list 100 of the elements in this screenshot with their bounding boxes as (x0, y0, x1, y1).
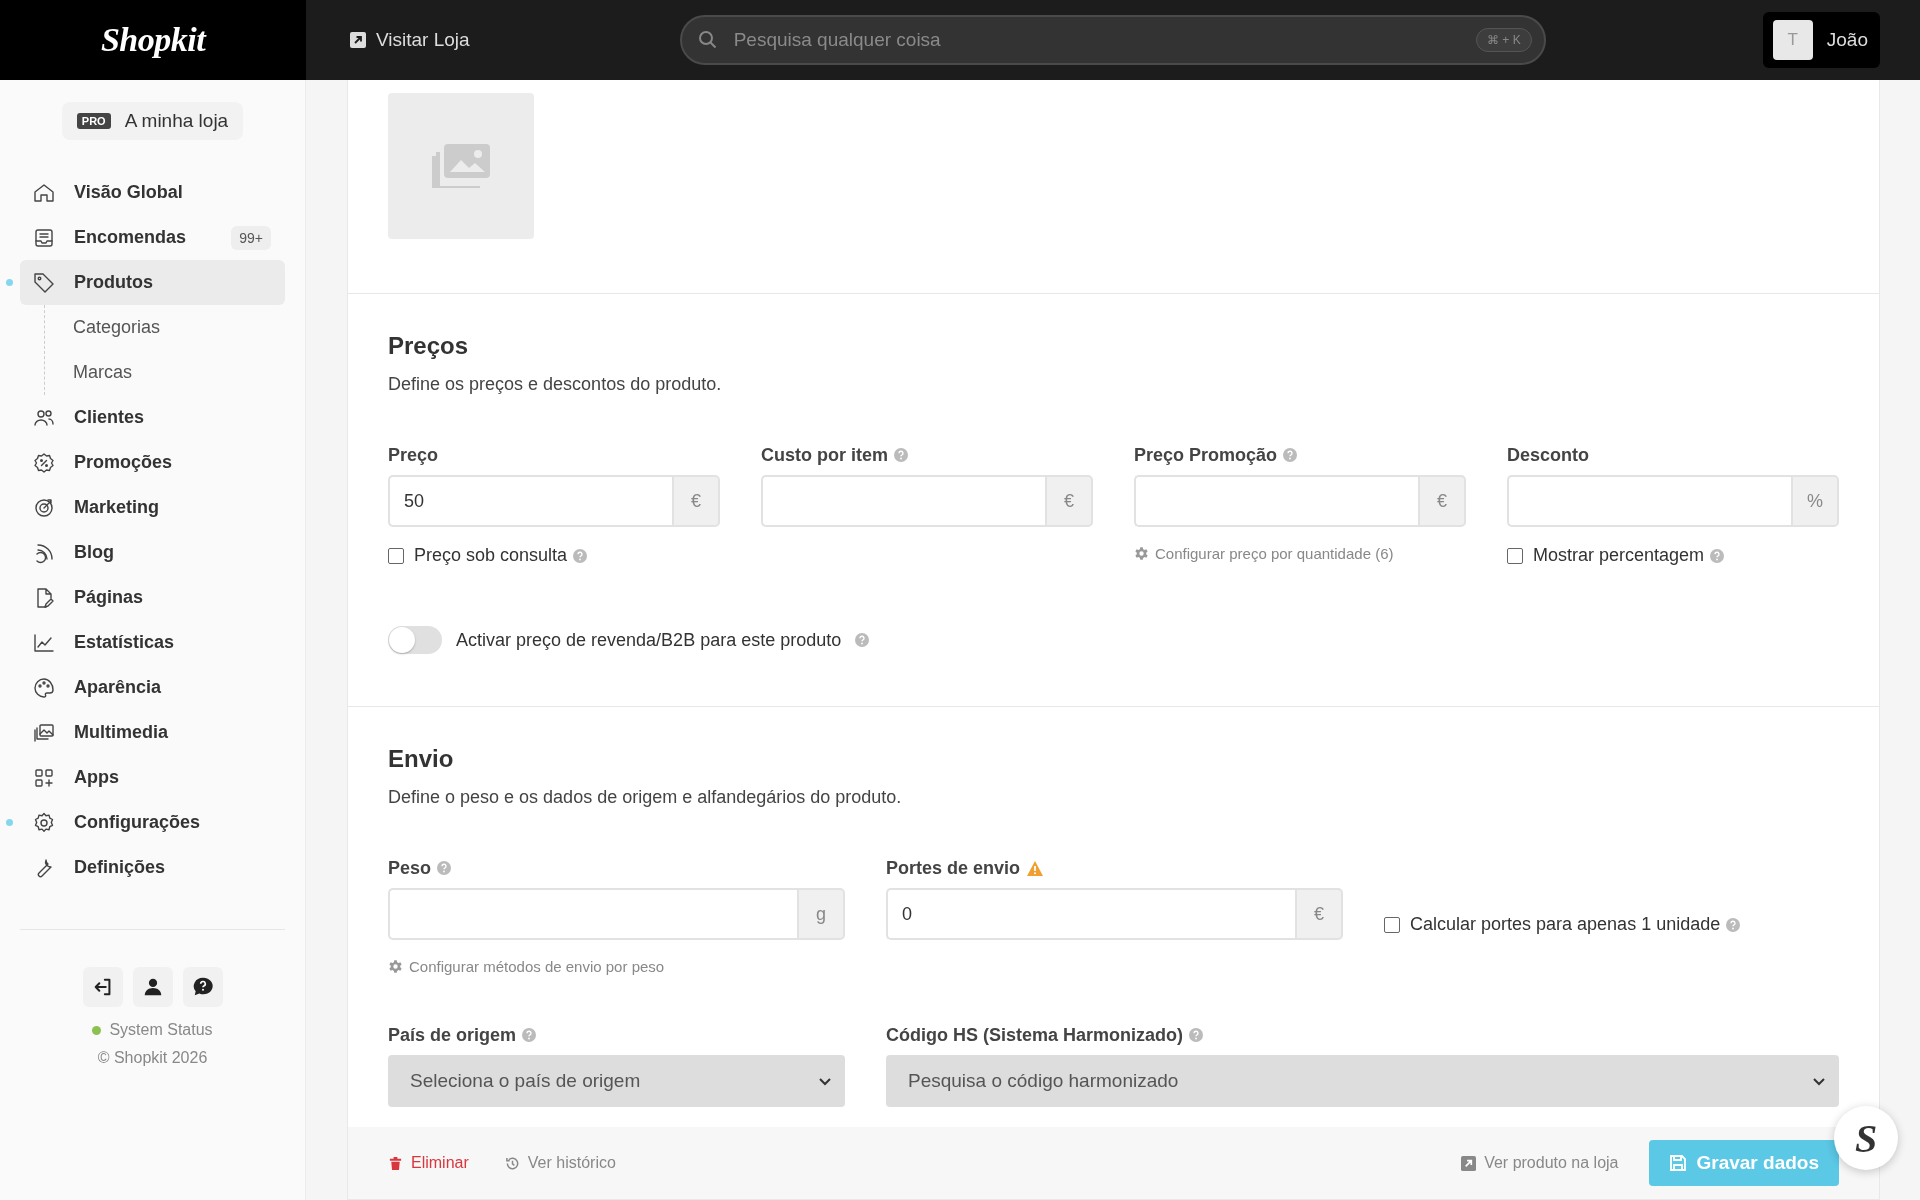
external-link-icon (350, 32, 366, 48)
nav-label: Estatísticas (74, 632, 175, 653)
section-title: Envio (388, 745, 455, 773)
nav-subitem[interactable]: Marcas (45, 350, 285, 395)
nav-item[interactable]: Visão Global (20, 170, 285, 215)
nav-item[interactable]: Promoções (20, 440, 285, 485)
nav-item[interactable]: Apps (20, 755, 285, 800)
unit-suffix: g (797, 888, 845, 940)
gear-icon (388, 959, 403, 974)
settings-link[interactable]: Configurar métodos de envio por peso (388, 958, 665, 975)
nav-label: Configurações (74, 812, 201, 833)
input-field[interactable] (1134, 475, 1418, 527)
unit-suffix: € (1045, 475, 1093, 527)
help-icon[interactable] (1283, 448, 1298, 462)
nav-item[interactable]: Configurações (20, 800, 285, 845)
nav-item[interactable]: Blog (20, 530, 285, 575)
help-icon[interactable] (522, 1028, 537, 1042)
nav-label: Multimedia (74, 722, 168, 743)
count-badge: 99+ (231, 225, 271, 250)
tag-icon (32, 270, 56, 295)
field-label: Custo por item (761, 444, 888, 466)
field-label: País de origem (388, 1024, 517, 1046)
nav-label: Blog (74, 542, 114, 563)
input-field[interactable]: 0 (886, 888, 1295, 940)
field-label: Desconto (1507, 444, 1589, 466)
nav-item[interactable]: Estatísticas (20, 620, 285, 665)
delete-button[interactable]: Eliminar (388, 1154, 469, 1172)
nav-label: Apps (74, 767, 119, 788)
visit-store-link[interactable]: Visitar Loja (350, 29, 470, 51)
nav-item[interactable]: Marketing (20, 485, 285, 530)
search-field[interactable]: Pesquisa qualquer coisa (731, 28, 1462, 52)
nav-item[interactable]: Multimedia (20, 710, 285, 755)
nav-item[interactable]: Encomendas 99+ (20, 215, 285, 260)
logout-button[interactable] (82, 967, 123, 1007)
section-title: Preços (388, 332, 470, 360)
toggle-label: Activar preço de revenda/B2B para este produto (456, 629, 842, 651)
help-icon[interactable] (1726, 917, 1741, 932)
help-chat-icon (191, 976, 214, 998)
help-icon[interactable] (894, 448, 908, 462)
checkbox-square[interactable] (1507, 547, 1523, 564)
help-icon[interactable] (573, 548, 588, 563)
help-icon[interactable] (437, 861, 452, 875)
logo[interactable]: Shopkit (100, 21, 206, 59)
profile-button[interactable] (132, 967, 173, 1007)
help-button[interactable] (182, 967, 223, 1007)
gear-icon (1134, 546, 1149, 561)
nav-label: Promoções (74, 452, 173, 473)
unit-suffix: € (672, 475, 720, 527)
help-icon[interactable] (1189, 1028, 1204, 1042)
section-description: Define o peso e os dados de origem e alfandegários do produto. (388, 787, 903, 808)
history-icon (504, 1155, 520, 1171)
nav-label: Clientes (74, 407, 145, 428)
field-label: Preço Promoção (1134, 444, 1278, 466)
nav-label: Aparência (74, 677, 162, 698)
input-field[interactable] (388, 888, 797, 940)
nav-label: Encomendas (74, 227, 187, 248)
nav-label: Produtos (74, 272, 153, 293)
shortcut-badge: ⌘ + K (1475, 28, 1532, 52)
field-label: Código HS (Sistema Harmonizado) (886, 1024, 1184, 1046)
settings-icon (32, 810, 56, 835)
nav-item[interactable]: Clientes (20, 395, 285, 440)
settings-link[interactable]: Configurar preço por quantidade (6) (1134, 545, 1394, 562)
unit-suffix: € (1418, 475, 1466, 527)
store-name: A minha loja (124, 110, 229, 132)
search-icon (697, 30, 718, 50)
field-label: Preço (388, 444, 439, 466)
palette-icon (32, 675, 56, 700)
select-field[interactable]: Seleciona o país de origem (388, 1055, 845, 1107)
nav-item[interactable]: Páginas (20, 575, 285, 620)
nav-label: Definições (74, 857, 166, 878)
external-link-icon (1461, 1155, 1477, 1171)
store-switcher[interactable]: PRO A minha loja (61, 102, 244, 140)
unit-suffix: € (1295, 888, 1343, 940)
select-field[interactable]: Pesquisa o código harmonizado (886, 1055, 1839, 1107)
status-link[interactable]: System Status (109, 1021, 213, 1039)
unit-suffix: % (1791, 475, 1839, 527)
checkbox-square[interactable] (1384, 916, 1400, 933)
nav-label: Marketing (74, 497, 160, 518)
toggle-switch[interactable] (388, 626, 442, 654)
nav-subitem[interactable]: Categorias (45, 305, 285, 350)
input-field[interactable] (761, 475, 1045, 527)
user-menu-button[interactable]: T João (1762, 12, 1880, 68)
avatar: T (1772, 20, 1813, 60)
images-icon (430, 142, 492, 190)
plan-badge: PRO (76, 113, 111, 129)
nav-label: Visão Global (74, 182, 183, 203)
trash-icon (388, 1155, 403, 1171)
help-icon[interactable] (1710, 548, 1725, 563)
field-label: Peso (388, 857, 432, 879)
checkbox-square[interactable] (388, 547, 404, 564)
input-field[interactable]: 50 (388, 475, 672, 527)
help-icon[interactable] (855, 633, 870, 647)
field-label: Portes de envio (886, 857, 1021, 879)
nav-label: Páginas (74, 587, 144, 608)
image-placeholder[interactable] (388, 93, 534, 239)
nav-item[interactable]: Aparência (20, 665, 285, 710)
nav-item[interactable]: Definições (20, 845, 285, 890)
input-field[interactable] (1507, 475, 1791, 527)
section-description: Define os preços e descontos do produto. (388, 374, 723, 395)
copyright: © Shopkit 2026 (97, 1049, 208, 1067)
